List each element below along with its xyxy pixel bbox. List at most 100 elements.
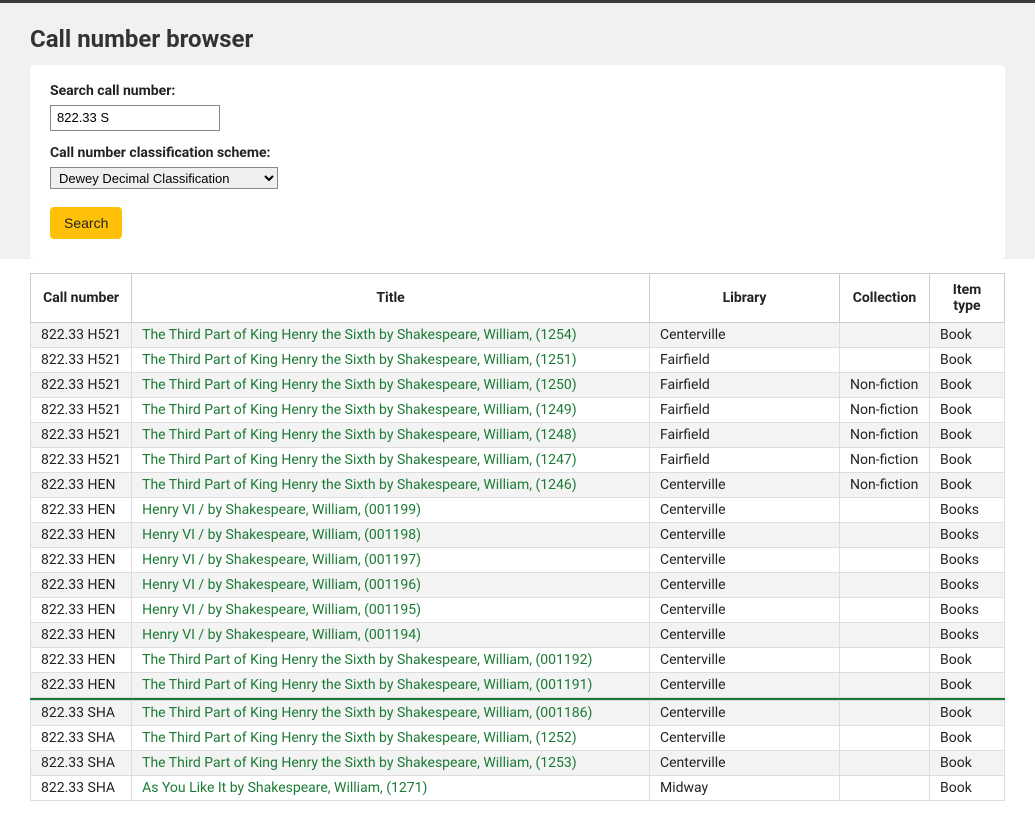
title-link[interactable]: The Third Part of King Henry the Sixth b…: [142, 452, 577, 468]
cell-call-number: 822.33 H521: [31, 323, 132, 348]
cell-item-type: Book: [930, 726, 1005, 751]
cell-collection: [840, 648, 930, 673]
cell-item-type: Book: [930, 373, 1005, 398]
cell-library: Centerville: [650, 523, 840, 548]
results-table: Call number Title Library Collection Ite…: [30, 273, 1005, 801]
title-link[interactable]: Henry VI / by Shakespeare, William, (001…: [142, 627, 421, 643]
title-link[interactable]: The Third Part of King Henry the Sixth b…: [142, 402, 577, 418]
cell-title: The Third Part of King Henry the Sixth b…: [132, 448, 650, 473]
cell-title: The Third Part of King Henry the Sixth b…: [132, 473, 650, 498]
cell-title: As You Like It by Shakespeare, William, …: [132, 776, 650, 801]
table-row: 822.33 SHAThe Third Part of King Henry t…: [31, 726, 1005, 751]
cell-collection: [840, 751, 930, 776]
title-link[interactable]: Henry VI / by Shakespeare, William, (001…: [142, 577, 421, 593]
cell-collection: [840, 598, 930, 623]
cell-collection: [840, 776, 930, 801]
scheme-label: Call number classification scheme:: [50, 145, 985, 161]
cell-collection: Non-fiction: [840, 373, 930, 398]
title-link[interactable]: The Third Part of King Henry the Sixth b…: [142, 377, 577, 393]
cell-library: Fairfield: [650, 373, 840, 398]
cell-library: Centerville: [650, 473, 840, 498]
title-link[interactable]: The Third Part of King Henry the Sixth b…: [142, 677, 592, 693]
cell-title: Henry VI / by Shakespeare, William, (001…: [132, 498, 650, 523]
cell-item-type: Book: [930, 398, 1005, 423]
cell-call-number: 822.33 HEN: [31, 573, 132, 598]
title-link[interactable]: The Third Part of King Henry the Sixth b…: [142, 427, 577, 443]
cell-call-number: 822.33 H521: [31, 448, 132, 473]
table-row: 822.33 HENHenry VI / by Shakespeare, Wil…: [31, 548, 1005, 573]
table-row: 822.33 H521 The Third Part of King Henry …: [31, 373, 1005, 398]
cell-title: The Third Part of King Henry the Sixth b…: [132, 423, 650, 448]
col-item-type: Item type: [930, 274, 1005, 323]
title-link[interactable]: The Third Part of King Henry the Sixth b…: [142, 477, 577, 493]
search-input[interactable]: [50, 105, 220, 131]
cell-call-number: 822.33 HEN: [31, 673, 132, 698]
title-link[interactable]: The Third Part of King Henry the Sixth b…: [142, 652, 592, 668]
table-row: 822.33 HENHenry VI / by Shakespeare, Wil…: [31, 598, 1005, 623]
search-panel: Search call number: Call number classifi…: [30, 65, 1005, 259]
cell-item-type: Book: [930, 648, 1005, 673]
table-row: 822.33 H521 The Third Part of King Henry …: [31, 398, 1005, 423]
title-link[interactable]: Henry VI / by Shakespeare, William, (001…: [142, 527, 421, 543]
cell-item-type: Book: [930, 423, 1005, 448]
cell-collection: [840, 523, 930, 548]
cell-title: The Third Part of King Henry the Sixth b…: [132, 398, 650, 423]
cell-title: The Third Part of King Henry the Sixth b…: [132, 673, 650, 698]
cell-title: The Third Part of King Henry the Sixth b…: [132, 726, 650, 751]
cell-title: The Third Part of King Henry the Sixth b…: [132, 323, 650, 348]
cell-item-type: Book: [930, 751, 1005, 776]
cell-library: Centerville: [650, 498, 840, 523]
cell-item-type: Books: [930, 598, 1005, 623]
cell-library: Centerville: [650, 323, 840, 348]
cell-library: Fairfield: [650, 398, 840, 423]
cell-library: Centerville: [650, 548, 840, 573]
title-link[interactable]: Henry VI / by Shakespeare, William, (001…: [142, 502, 421, 518]
cell-title: Henry VI / by Shakespeare, William, (001…: [132, 573, 650, 598]
cell-title: Henry VI / by Shakespeare, William, (001…: [132, 623, 650, 648]
cell-library: Centerville: [650, 598, 840, 623]
cell-title: Henry VI / by Shakespeare, William, (001…: [132, 523, 650, 548]
col-call-number: Call number: [31, 274, 132, 323]
cell-call-number: 822.33 H521: [31, 373, 132, 398]
cell-library: Fairfield: [650, 423, 840, 448]
search-button[interactable]: Search: [50, 207, 122, 239]
page-title: Call number browser: [30, 3, 1005, 65]
cell-item-type: Books: [930, 623, 1005, 648]
cell-library: Centerville: [650, 648, 840, 673]
table-row: 822.33 HENThe Third Part of King Henry t…: [31, 473, 1005, 498]
title-link[interactable]: Henry VI / by Shakespeare, William, (001…: [142, 602, 421, 618]
scheme-select[interactable]: Dewey Decimal Classification: [50, 167, 278, 189]
cell-collection: [840, 673, 930, 698]
cell-title: The Third Part of King Henry the Sixth b…: [132, 348, 650, 373]
table-row: 822.33 H521The Third Part of King Henry …: [31, 423, 1005, 448]
title-link[interactable]: Henry VI / by Shakespeare, William, (001…: [142, 552, 421, 568]
title-link[interactable]: The Third Part of King Henry the Sixth b…: [142, 352, 577, 368]
cell-title: The Third Part of King Henry the Sixth b…: [132, 701, 650, 726]
table-row: 822.33 HEN The Third Part of King Henry t…: [31, 673, 1005, 698]
cell-title: Henry VI / by Shakespeare, William, (001…: [132, 598, 650, 623]
cell-item-type: Book: [930, 701, 1005, 726]
cell-call-number: 822.33 H521: [31, 348, 132, 373]
cell-title: The Third Part of King Henry the Sixth b…: [132, 751, 650, 776]
cell-library: Fairfield: [650, 448, 840, 473]
cell-item-type: Books: [930, 523, 1005, 548]
cell-library: Centerville: [650, 573, 840, 598]
cell-item-type: Book: [930, 473, 1005, 498]
cell-item-type: Books: [930, 548, 1005, 573]
title-link[interactable]: The Third Part of King Henry the Sixth b…: [142, 705, 592, 721]
col-title: Title: [132, 274, 650, 323]
cell-call-number: 822.33 SHA: [31, 701, 132, 726]
table-row: 822.33 HEN Henry VI / by Shakespeare, Wil…: [31, 573, 1005, 598]
title-link[interactable]: The Third Part of King Henry the Sixth b…: [142, 730, 577, 746]
title-link[interactable]: As You Like It by Shakespeare, William, …: [142, 780, 427, 796]
cell-title: The Third Part of King Henry the Sixth b…: [132, 648, 650, 673]
cell-call-number: 822.33 H521: [31, 398, 132, 423]
cell-call-number: 822.33 HEN: [31, 623, 132, 648]
cell-call-number: 822.33 HEN: [31, 648, 132, 673]
cell-item-type: Books: [930, 573, 1005, 598]
title-link[interactable]: The Third Part of King Henry the Sixth b…: [142, 327, 577, 343]
title-link[interactable]: The Third Part of King Henry the Sixth b…: [142, 755, 577, 771]
cell-collection: [840, 548, 930, 573]
cell-collection: [840, 498, 930, 523]
cell-title: The Third Part of King Henry the Sixth b…: [132, 373, 650, 398]
